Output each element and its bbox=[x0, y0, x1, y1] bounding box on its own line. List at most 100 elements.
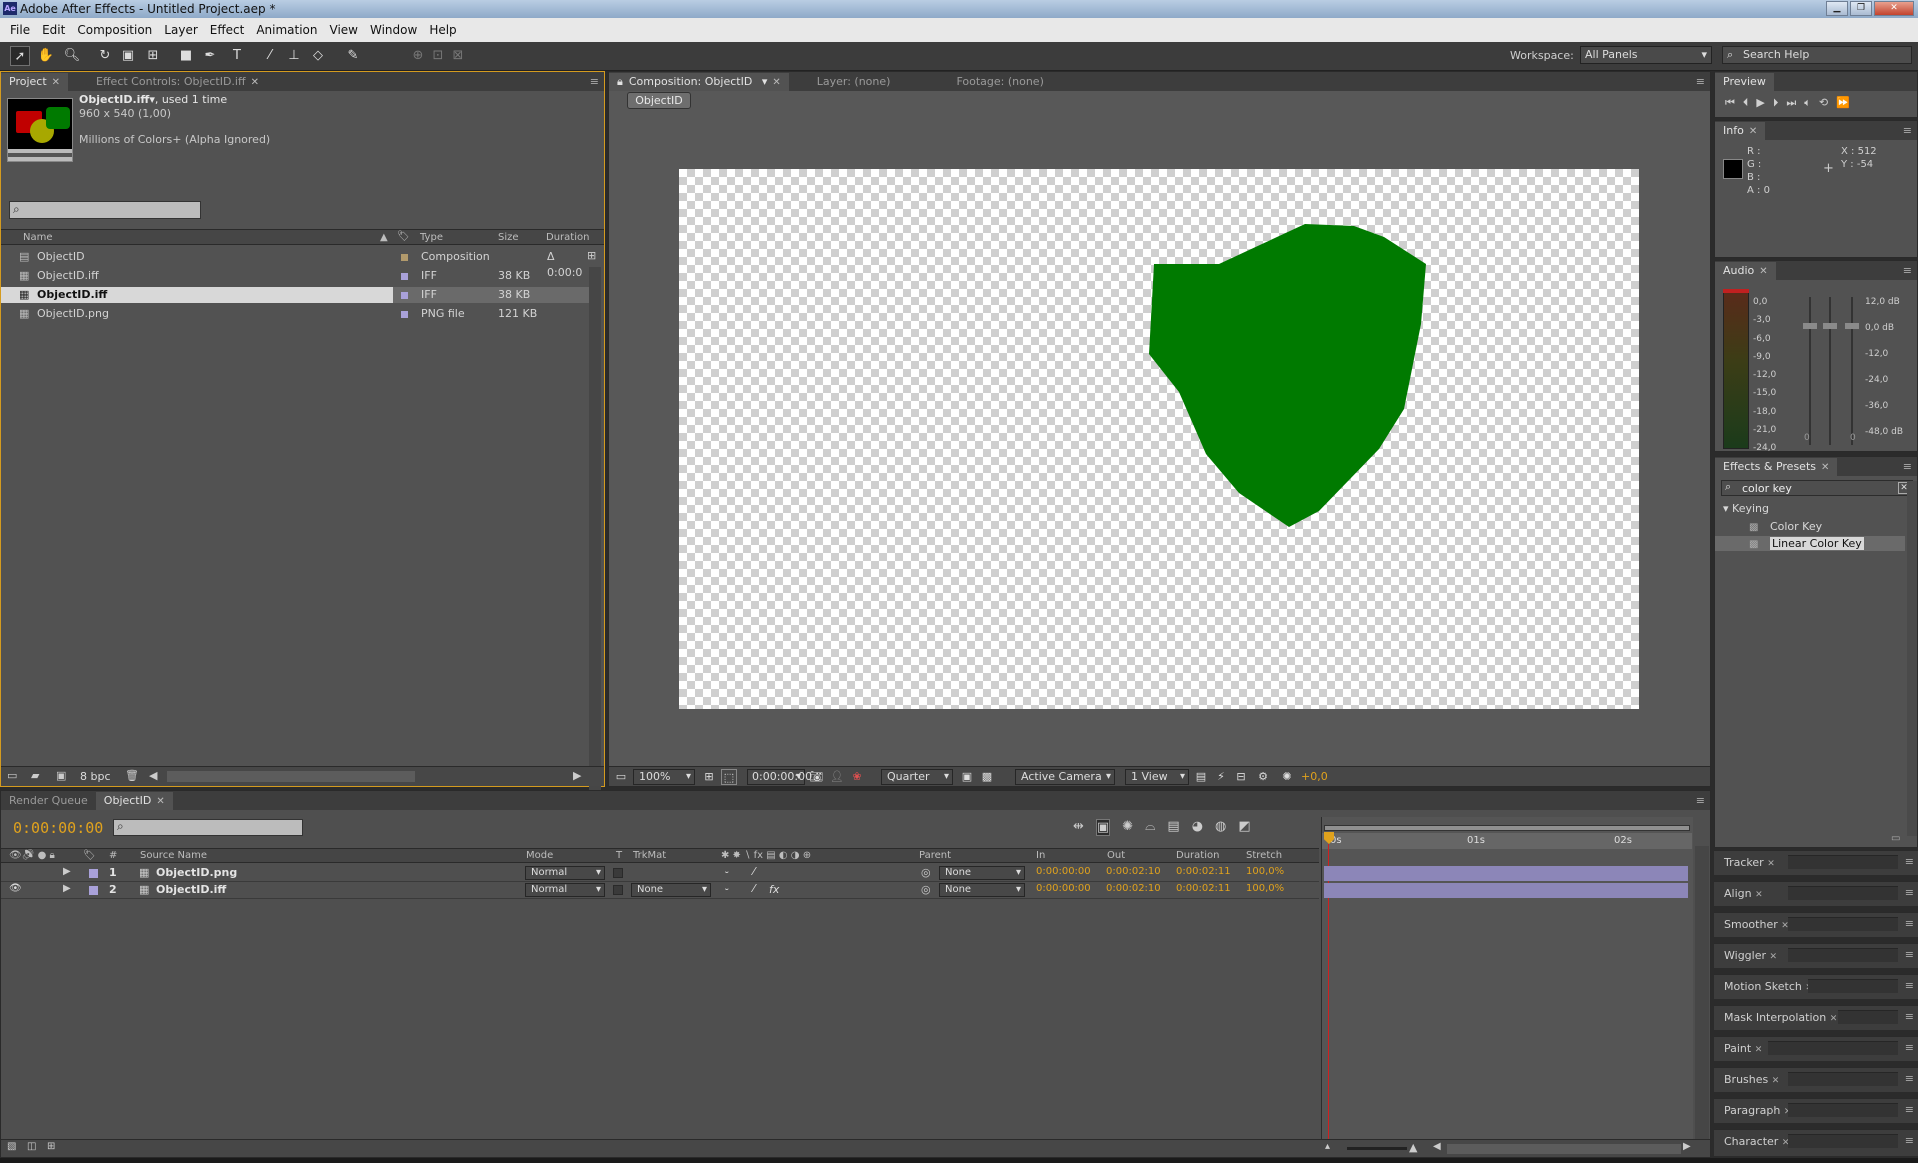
pan-behind-tool-icon[interactable]: ⊞ bbox=[143, 46, 163, 66]
project-item-selected[interactable]: ▦ ObjectID.iff IFF 38 KB bbox=[1, 287, 591, 303]
switches-icons[interactable]: ✱ ✸ ∖ fx ▤ ◐ ◑ ⊕ bbox=[721, 850, 811, 861]
motion-sketch-panel[interactable]: Motion Sketch ✕≡ bbox=[1714, 974, 1918, 999]
axis-mode-icon[interactable]: ⊕ bbox=[408, 46, 428, 66]
menu-animation[interactable]: Animation bbox=[250, 23, 323, 37]
menu-effect[interactable]: Effect bbox=[204, 23, 251, 37]
channel-icon[interactable]: ❀ bbox=[849, 769, 865, 785]
audio-slider-track-left[interactable] bbox=[1809, 297, 1811, 445]
work-area-bar[interactable] bbox=[1324, 825, 1690, 831]
layer-switches-toggle-icon[interactable]: ▧ bbox=[7, 1141, 16, 1152]
new-composition-icon[interactable]: ▣ bbox=[56, 769, 66, 782]
menu-edit[interactable]: Edit bbox=[36, 23, 71, 37]
layer-duration[interactable]: 0:00:02:11 bbox=[1176, 883, 1231, 894]
tab-effect-controls[interactable]: Effect Controls: ObjectID.iff ✕ bbox=[88, 73, 267, 91]
label-swatch[interactable] bbox=[89, 869, 98, 878]
smoother-panel[interactable]: Smoother ✕ ≡ bbox=[1714, 912, 1918, 937]
label-swatch[interactable] bbox=[401, 311, 408, 318]
ram-preview-icon[interactable]: ⏩ bbox=[1836, 96, 1850, 110]
timeline-horizontal-scrollbar[interactable] bbox=[1447, 1144, 1681, 1154]
layer-name[interactable]: ObjectID.png bbox=[156, 866, 237, 879]
graph-editor-icon[interactable]: ◩ bbox=[1238, 819, 1250, 836]
eraser-tool-icon[interactable]: ◇ bbox=[308, 46, 328, 66]
panel-menu-icon[interactable]: ≡ bbox=[1903, 460, 1912, 473]
tracker-panel[interactable]: Tracker ✕ ≡ bbox=[1714, 850, 1918, 875]
label-swatch[interactable] bbox=[401, 292, 408, 299]
tab-timeline-objectid[interactable]: ObjectID ✕ bbox=[95, 792, 173, 810]
layer-stretch[interactable]: 100,0% bbox=[1246, 866, 1284, 877]
close-tab-icon[interactable]: ✕ bbox=[772, 77, 780, 88]
column-duration[interactable]: Duration bbox=[1176, 850, 1219, 861]
zoom-select[interactable]: 100% bbox=[633, 769, 695, 785]
close-tab-icon[interactable]: ✕ bbox=[1821, 462, 1829, 473]
layer-out[interactable]: 0:00:02:10 bbox=[1106, 883, 1161, 894]
layer-bar[interactable] bbox=[1324, 883, 1688, 898]
search-help-input[interactable]: ⌕ Search Help bbox=[1722, 46, 1912, 64]
brainstorm-icon[interactable]: ◍ bbox=[1215, 819, 1226, 836]
audio-slider-left[interactable] bbox=[1803, 323, 1817, 329]
horizontal-scrollbar[interactable] bbox=[167, 771, 415, 782]
project-scrollbar[interactable] bbox=[589, 267, 601, 827]
layer-parent-select[interactable]: None bbox=[939, 866, 1025, 880]
menu-view[interactable]: View bbox=[324, 23, 364, 37]
reset-exposure-icon[interactable]: ✺ bbox=[1279, 769, 1295, 785]
paint-panel[interactable]: Paint ✕ ≡ bbox=[1714, 1036, 1918, 1061]
column-parent[interactable]: Parent bbox=[919, 850, 951, 861]
zoom-in-icon[interactable]: ▲ bbox=[1409, 1141, 1417, 1154]
label-swatch[interactable] bbox=[401, 254, 408, 261]
pick-whip-icon[interactable]: ◎ bbox=[921, 883, 931, 896]
new-preset-icon[interactable]: ▭ bbox=[1891, 833, 1900, 844]
timeline-scrollbar[interactable] bbox=[1695, 846, 1709, 1146]
shy-switch-icon[interactable]: ⏑ bbox=[725, 883, 729, 897]
clone-stamp-tool-icon[interactable]: ⊥ bbox=[284, 46, 304, 66]
tab-layer[interactable]: Layer: (none) bbox=[809, 73, 899, 91]
effects-category[interactable]: ▾ Keying bbox=[1723, 502, 1769, 515]
pick-whip-icon[interactable]: ◎ bbox=[921, 866, 931, 879]
workspace-select[interactable]: All Panels bbox=[1580, 46, 1712, 64]
scroll-right-icon[interactable]: ▶ bbox=[573, 769, 581, 782]
column-t[interactable]: T bbox=[616, 850, 622, 861]
column-size[interactable]: Size bbox=[498, 232, 519, 243]
hide-shy-layers-icon[interactable]: ⌓ bbox=[1145, 819, 1155, 836]
quality-switch-icon[interactable]: ⁄ bbox=[753, 882, 755, 895]
expand-triangle-icon[interactable]: ▾ bbox=[1723, 502, 1729, 515]
flowchart-icon[interactable]: ⊞ bbox=[587, 249, 601, 263]
mask-visibility-icon[interactable]: ⬚ bbox=[721, 769, 737, 785]
audio-slider-right[interactable] bbox=[1845, 323, 1859, 329]
column-out[interactable]: Out bbox=[1107, 850, 1125, 861]
rotation-tool-icon[interactable]: ↻ bbox=[95, 46, 115, 66]
type-tool-icon[interactable]: T bbox=[227, 46, 247, 66]
effect-item-color-key[interactable]: ▩ Color Key bbox=[1749, 519, 1822, 534]
pen-tool-icon[interactable]: ✒ bbox=[200, 46, 220, 66]
layer-duration[interactable]: 0:00:02:11 bbox=[1176, 866, 1231, 877]
close-button[interactable]: ✕ bbox=[1874, 1, 1914, 16]
panel-menu-icon[interactable]: ≡ bbox=[1696, 794, 1705, 807]
column-duration[interactable]: Duration bbox=[546, 232, 589, 243]
show-snapshot-icon[interactable]: 👤︎ bbox=[829, 769, 845, 785]
tab-composition[interactable]: 🔒︎ Composition: ObjectID ▾ ✕ bbox=[609, 73, 789, 91]
panel-menu-icon[interactable]: ≡ bbox=[1903, 264, 1912, 277]
scroll-left-icon[interactable]: ◀ bbox=[149, 769, 157, 782]
menu-layer[interactable]: Layer bbox=[158, 23, 203, 37]
interpret-footage-icon[interactable]: ▭ bbox=[7, 769, 17, 782]
panel-menu-icon[interactable]: ≡ bbox=[1903, 124, 1912, 137]
label-swatch[interactable] bbox=[401, 273, 408, 280]
transfer-controls-toggle-icon[interactable]: ◫ bbox=[27, 1141, 36, 1152]
puppet-pin-tool-icon[interactable]: ✎ bbox=[343, 46, 363, 66]
flowchart-icon[interactable]: ⚙︎ bbox=[1255, 769, 1271, 785]
brush-tool-icon[interactable]: ⁄ bbox=[260, 46, 280, 66]
layer-out[interactable]: 0:00:02:10 bbox=[1106, 866, 1161, 877]
layer-parent-select[interactable]: None bbox=[939, 883, 1025, 897]
tab-audio[interactable]: Audio ✕ bbox=[1715, 262, 1776, 280]
tab-footage[interactable]: Footage: (none) bbox=[948, 73, 1051, 91]
column-mode[interactable]: Mode bbox=[526, 850, 553, 861]
project-item[interactable]: ▦ ObjectID.iff IFF 38 KB bbox=[1, 268, 591, 284]
region-of-interest-icon[interactable]: ▣ bbox=[959, 769, 975, 785]
live-update-icon[interactable]: ▣ bbox=[1095, 819, 1111, 836]
close-tab-icon[interactable]: ✕ bbox=[251, 77, 259, 88]
close-tab-icon[interactable]: ✕ bbox=[156, 796, 164, 807]
scroll-left-icon[interactable]: ◀ bbox=[1433, 1141, 1441, 1152]
tab-effects-presets[interactable]: Effects & Presets ✕ bbox=[1715, 458, 1838, 476]
audio-slider-track-right[interactable] bbox=[1851, 297, 1853, 445]
audio-slider-track-center[interactable] bbox=[1829, 297, 1831, 445]
frame-blending-icon[interactable]: ▤ bbox=[1167, 819, 1179, 836]
